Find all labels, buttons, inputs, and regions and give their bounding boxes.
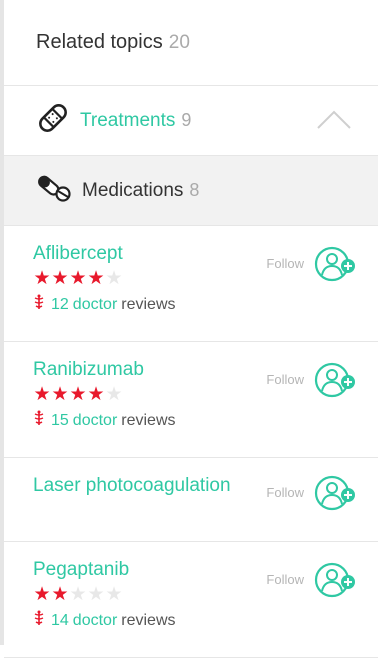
chevron-up-icon[interactable] bbox=[316, 108, 352, 135]
pills-icon bbox=[36, 173, 72, 208]
follow-label[interactable]: Follow bbox=[266, 572, 304, 587]
section-treatments-label: Treatments bbox=[80, 109, 176, 131]
section-medications[interactable]: Medications 8 bbox=[4, 156, 378, 226]
star-filled-icon: ★ bbox=[69, 384, 87, 405]
follow-user-plus-icon[interactable] bbox=[314, 560, 358, 607]
star-filled-icon: ★ bbox=[33, 584, 51, 605]
follow-label[interactable]: Follow bbox=[266, 372, 304, 387]
section-medications-label: Medications bbox=[82, 179, 184, 201]
star-filled-icon: ★ bbox=[51, 268, 69, 289]
reviews-word: reviews bbox=[121, 295, 176, 313]
related-topics-panel: Related topics 20 Treatments 9 Medicatio… bbox=[0, 0, 378, 658]
follow-user-plus-icon[interactable] bbox=[314, 244, 358, 291]
list-item-aflibercept: Aflibercept ★★★★★ 12 doctor reviews Foll… bbox=[4, 226, 378, 342]
star-filled-icon: ★ bbox=[51, 584, 69, 605]
section-medications-count: 8 bbox=[189, 180, 200, 200]
panel-count: 20 bbox=[168, 31, 190, 53]
doctor-word[interactable]: doctor bbox=[73, 612, 117, 630]
star-empty-icon: ★ bbox=[105, 384, 123, 405]
follow-label[interactable]: Follow bbox=[266, 485, 304, 500]
list-item-laser-photocoagulation: Laser photocoagulation Follow bbox=[4, 458, 378, 542]
doctor-reviews: 15 doctor reviews bbox=[33, 410, 378, 431]
reviews-word: reviews bbox=[121, 411, 176, 429]
star-filled-icon: ★ bbox=[69, 268, 87, 289]
follow-user-plus-icon[interactable] bbox=[314, 360, 358, 407]
item-name-link[interactable]: Pegaptanib bbox=[33, 558, 233, 582]
star-empty-icon: ★ bbox=[69, 584, 87, 605]
doctor-reviews: 12 doctor reviews bbox=[33, 294, 378, 315]
star-empty-icon: ★ bbox=[87, 584, 105, 605]
star-empty-icon: ★ bbox=[105, 268, 123, 289]
caduceus-icon bbox=[33, 294, 45, 315]
doctor-reviews: 14 doctor reviews bbox=[33, 610, 378, 631]
doctor-word[interactable]: doctor bbox=[73, 296, 117, 314]
panel-header: Related topics 20 bbox=[4, 0, 378, 86]
section-treatments[interactable]: Treatments 9 bbox=[4, 86, 378, 156]
reviews-count[interactable]: 12 bbox=[51, 296, 69, 314]
follow-user-plus-icon[interactable] bbox=[314, 473, 358, 520]
item-name-link[interactable]: Ranibizumab bbox=[33, 358, 233, 382]
follow-label[interactable]: Follow bbox=[266, 256, 304, 271]
reviews-word: reviews bbox=[121, 611, 176, 629]
star-filled-icon: ★ bbox=[87, 384, 105, 405]
item-name-link[interactable]: Aflibercept bbox=[33, 242, 233, 266]
item-name-link[interactable]: Laser photocoagulation bbox=[33, 474, 233, 498]
panel-title: Related topics bbox=[36, 31, 163, 53]
reviews-count[interactable]: 15 bbox=[51, 412, 69, 430]
star-empty-icon: ★ bbox=[105, 584, 123, 605]
section-treatments-count: 9 bbox=[181, 110, 192, 130]
star-filled-icon: ★ bbox=[33, 384, 51, 405]
star-filled-icon: ★ bbox=[87, 268, 105, 289]
list-item-pegaptanib: Pegaptanib ★★★★★ 14 doctor reviews Follo… bbox=[4, 542, 378, 658]
list-item-ranibizumab: Ranibizumab ★★★★★ 15 doctor reviews Foll… bbox=[4, 342, 378, 458]
doctor-word[interactable]: doctor bbox=[73, 412, 117, 430]
caduceus-icon bbox=[33, 410, 45, 431]
caduceus-icon bbox=[33, 610, 45, 631]
star-filled-icon: ★ bbox=[33, 268, 51, 289]
bandage-icon bbox=[36, 101, 70, 140]
star-filled-icon: ★ bbox=[51, 384, 69, 405]
reviews-count[interactable]: 14 bbox=[51, 612, 69, 630]
